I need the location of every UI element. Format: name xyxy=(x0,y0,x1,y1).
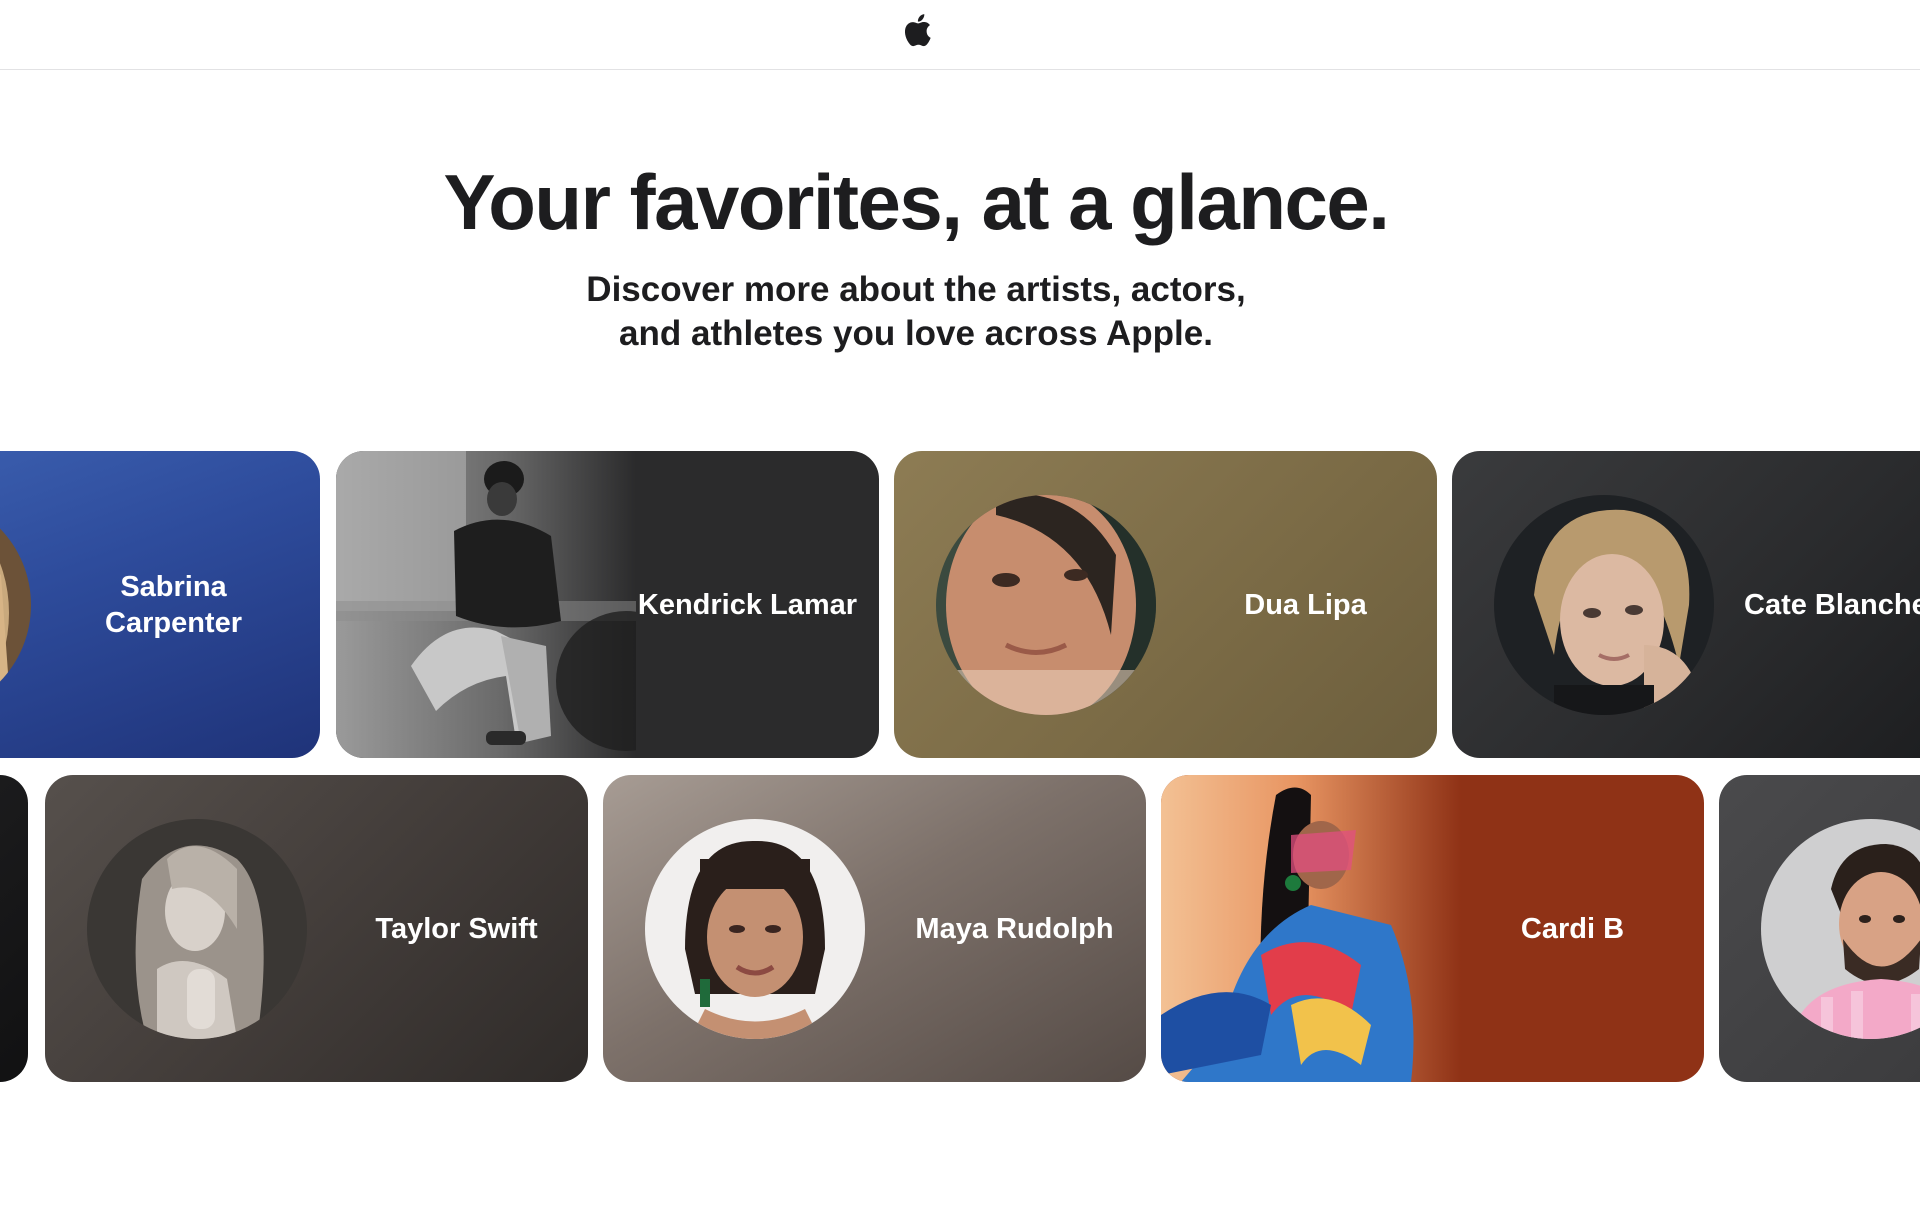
artist-photo xyxy=(336,451,636,758)
artist-photo xyxy=(936,495,1156,715)
apple-logo-icon[interactable] xyxy=(902,12,932,48)
card-dua-lipa[interactable]: Dua Lipa xyxy=(894,451,1437,758)
favorites-row-bottom: Taylor Swift Maya Rudolph Cardi B xyxy=(0,775,1920,1082)
card-name: Taylor Swift xyxy=(375,912,538,945)
artist-photo xyxy=(87,819,307,1039)
artist-photo xyxy=(1761,819,1920,1039)
card-maya-rudolph[interactable]: Maya Rudolph xyxy=(603,775,1146,1082)
card-name: Cate Blanche xyxy=(1744,588,1920,621)
card-cate-blanchett[interactable]: Cate Blanche xyxy=(1452,451,1920,758)
card-name xyxy=(0,775,28,1082)
page-subtitle: Discover more about the artists, actors,… xyxy=(0,268,1832,356)
subtitle-line: Discover more about the artists, actors, xyxy=(586,270,1246,309)
artist-photo xyxy=(1494,495,1714,715)
card-name: Dua Lipa xyxy=(1244,588,1367,621)
card-kendrick-lamar[interactable]: Kendrick Lamar xyxy=(336,451,879,758)
card-name: Maya Rudolph xyxy=(915,912,1114,945)
artist-photo xyxy=(645,819,865,1039)
page-title: Your favorites, at a glance. xyxy=(443,158,1390,246)
favorites-row-top: Sabrina Carpenter Kendrick Lamar Dua Lip… xyxy=(0,451,1920,758)
global-nav xyxy=(0,0,1920,70)
subtitle-line: and athletes you love across Apple. xyxy=(619,314,1213,353)
card-name: Cardi B xyxy=(1520,912,1625,945)
artist-photo xyxy=(1161,775,1461,1082)
card-partial-left[interactable] xyxy=(0,775,28,1082)
card-name: Kendrick Lamar xyxy=(637,588,858,621)
card-taylor-swift[interactable]: Taylor Swift xyxy=(45,775,588,1082)
card-partial-right[interactable] xyxy=(1719,775,1920,1082)
card-sabrina-carpenter[interactable]: Sabrina Carpenter xyxy=(0,451,320,758)
card-cardi-b[interactable]: Cardi B xyxy=(1161,775,1704,1082)
card-name: Sabrina Carpenter xyxy=(105,570,242,639)
